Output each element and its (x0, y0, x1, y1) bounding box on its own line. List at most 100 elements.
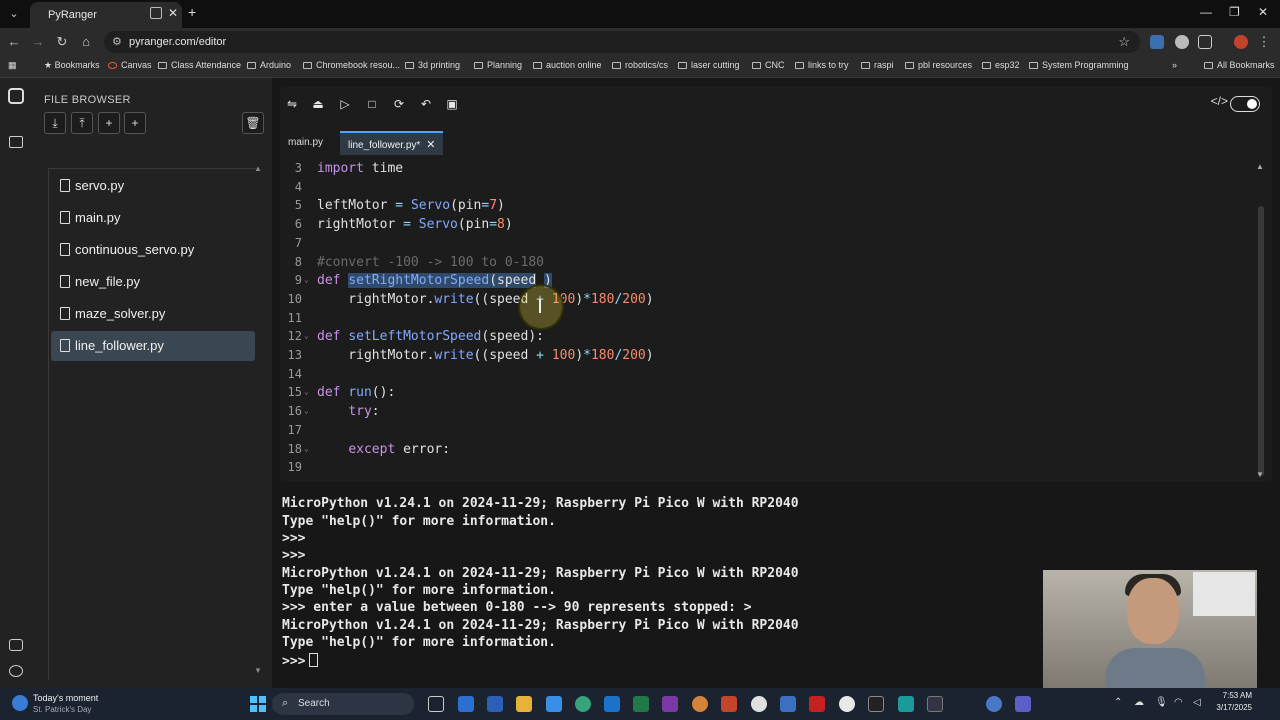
taskbar-search[interactable]: ⌕ Search (272, 693, 414, 715)
bookmark-item[interactable]: 3d printing (405, 60, 460, 70)
microphone-icon[interactable]: 🎙 (1155, 697, 1168, 708)
editor-scrollbar[interactable] (1258, 206, 1264, 476)
theme-toggle[interactable] (1230, 96, 1260, 112)
omnibox[interactable]: ⚙ pyranger.com/editor ☆ (104, 31, 1140, 53)
app-icon[interactable] (868, 696, 884, 712)
download-icon[interactable]: ⤓ (44, 112, 66, 134)
app-icon[interactable] (692, 696, 708, 712)
wifi-icon[interactable]: ◠ (1174, 697, 1183, 708)
start-windows-icon[interactable] (250, 696, 266, 712)
scroll-up-arrow-icon[interactable]: ▲ (1256, 162, 1264, 171)
extension-icon[interactable] (1150, 35, 1164, 49)
code-editor[interactable]: 3 import time 4 5 leftMotor = Servo(pin=7)… (280, 161, 1250, 479)
taskbar-clock[interactable]: 7:53 AM 3/17/2025 (1212, 691, 1252, 712)
bookmark-item[interactable]: laser cutting (678, 60, 740, 70)
bookmark-item[interactable]: System Programming (1029, 60, 1129, 70)
back-icon[interactable]: ← (6, 34, 22, 49)
scroll-down-arrow-icon[interactable]: ▼ (1256, 470, 1264, 479)
app-icon[interactable] (927, 696, 943, 712)
bookmark-item[interactable]: auction online (533, 60, 602, 70)
bookmark-item[interactable]: Class Attendance (158, 60, 241, 70)
minimize-icon[interactable]: — (1200, 5, 1212, 19)
excel-icon[interactable] (633, 696, 649, 712)
tab-line-follower-py[interactable]: line_follower.py* ✕ (340, 131, 444, 155)
delete-trash-icon[interactable]: 🗑 (242, 112, 264, 134)
file-explorer-icon[interactable] (516, 696, 532, 712)
save-icon[interactable]: ▣ (442, 94, 462, 114)
app-icon[interactable] (780, 696, 796, 712)
close-tab-icon[interactable]: ✕ (426, 139, 435, 151)
bookmark-item[interactable]: Chromebook resou... (303, 60, 400, 70)
app-icon[interactable] (575, 696, 591, 712)
bookmark-item[interactable]: raspi (861, 60, 894, 70)
teams-icon[interactable] (1015, 696, 1031, 712)
arduino-icon[interactable] (898, 696, 914, 712)
apps-icon[interactable]: ▦ (8, 60, 17, 71)
onenote-icon[interactable] (662, 696, 678, 712)
sidebar-toggle-icon[interactable] (9, 136, 23, 148)
fold-arrow-icon[interactable]: ⌄ (304, 387, 309, 396)
undo-icon[interactable]: ↶ (416, 94, 436, 114)
file-item[interactable]: main.py (51, 203, 255, 233)
terminal-prompt-line[interactable]: >>> (282, 653, 319, 669)
file-item[interactable]: continuous_servo.py (51, 235, 255, 265)
restore-icon[interactable]: ❐ (1229, 5, 1240, 19)
new-file-icon[interactable]: + (98, 112, 120, 134)
app-icon[interactable] (986, 696, 1002, 712)
run-play-icon[interactable]: ▷ (335, 94, 355, 114)
browser-tab[interactable]: PyRanger ✕ (30, 2, 182, 28)
bookmark-item[interactable]: Planning (474, 60, 522, 70)
code-view-icon[interactable]: </> (1211, 94, 1228, 108)
tab-main-py[interactable]: main.py (280, 131, 331, 155)
profile-avatar[interactable] (1234, 35, 1248, 49)
bookmark-item[interactable]: ★ Bookmarks (44, 60, 100, 71)
extensions-puzzle-icon[interactable] (1198, 35, 1212, 49)
file-item[interactable]: new_file.py (51, 267, 255, 297)
device-icon[interactable] (9, 639, 23, 651)
home-icon[interactable]: ⌂ (78, 34, 94, 49)
forward-icon[interactable]: → (30, 34, 46, 49)
vscode-icon[interactable] (546, 696, 562, 712)
close-tab-icon[interactable]: ✕ (168, 6, 178, 20)
bookmark-item[interactable]: robotics/cs (612, 60, 668, 70)
new-folder-icon[interactable]: + (124, 112, 146, 134)
tab-media-icon[interactable] (150, 7, 162, 19)
reload-icon[interactable]: ↻ (54, 34, 70, 50)
volume-icon[interactable]: ◁ (1193, 697, 1201, 708)
fold-arrow-icon[interactable]: ⌄ (304, 406, 309, 415)
usb-connect-icon[interactable]: ⇋ (282, 94, 302, 114)
powerpoint-icon[interactable] (721, 696, 737, 712)
stop-icon[interactable]: □ (362, 94, 382, 114)
all-bookmarks-folder[interactable]: All Bookmarks (1204, 60, 1275, 70)
new-tab-button[interactable]: + (188, 4, 196, 20)
tray-overflow-icon[interactable]: ⌃ (1114, 697, 1122, 708)
close-window-icon[interactable]: ✕ (1258, 5, 1268, 19)
file-item[interactable]: maze_solver.py (51, 299, 255, 329)
disconnect-icon[interactable]: ⏏ (308, 94, 328, 114)
outlook-icon[interactable] (604, 696, 620, 712)
word-icon[interactable] (487, 696, 503, 712)
acrobat-icon[interactable] (809, 696, 825, 712)
scroll-up-arrow-icon[interactable]: ▲ (254, 164, 262, 173)
task-view-icon[interactable] (428, 696, 444, 712)
fold-arrow-icon[interactable]: ⌄ (304, 444, 309, 453)
bookmark-star-icon[interactable]: ☆ (1118, 34, 1130, 50)
bookmark-item[interactable]: links to try (795, 60, 849, 70)
app-icon[interactable] (839, 696, 855, 712)
file-item[interactable]: servo.py (51, 171, 255, 201)
settings-gear-icon[interactable] (9, 665, 23, 677)
tab-search-icon[interactable]: ⌄ (6, 6, 22, 22)
reset-icon[interactable]: ⟳ (389, 94, 409, 114)
bookmark-item[interactable]: Canvas (108, 60, 152, 70)
url-text[interactable]: pyranger.com/editor (129, 36, 226, 48)
extension-icon[interactable] (1175, 35, 1189, 49)
bookmark-item[interactable]: esp32 (982, 60, 1020, 70)
upload-icon[interactable]: ⤒ (71, 112, 93, 134)
file-item-active[interactable]: line_follower.py (51, 331, 255, 361)
fold-arrow-icon[interactable]: ⌄ (304, 331, 309, 340)
bookmark-item[interactable]: CNC (752, 60, 785, 70)
scroll-down-arrow-icon[interactable]: ▼ (254, 666, 262, 675)
bookmarks-overflow-icon[interactable]: » (1172, 60, 1177, 70)
browser-menu-icon[interactable]: ⋮ (1256, 34, 1272, 50)
cloud-icon[interactable]: ☁ (1134, 697, 1144, 708)
